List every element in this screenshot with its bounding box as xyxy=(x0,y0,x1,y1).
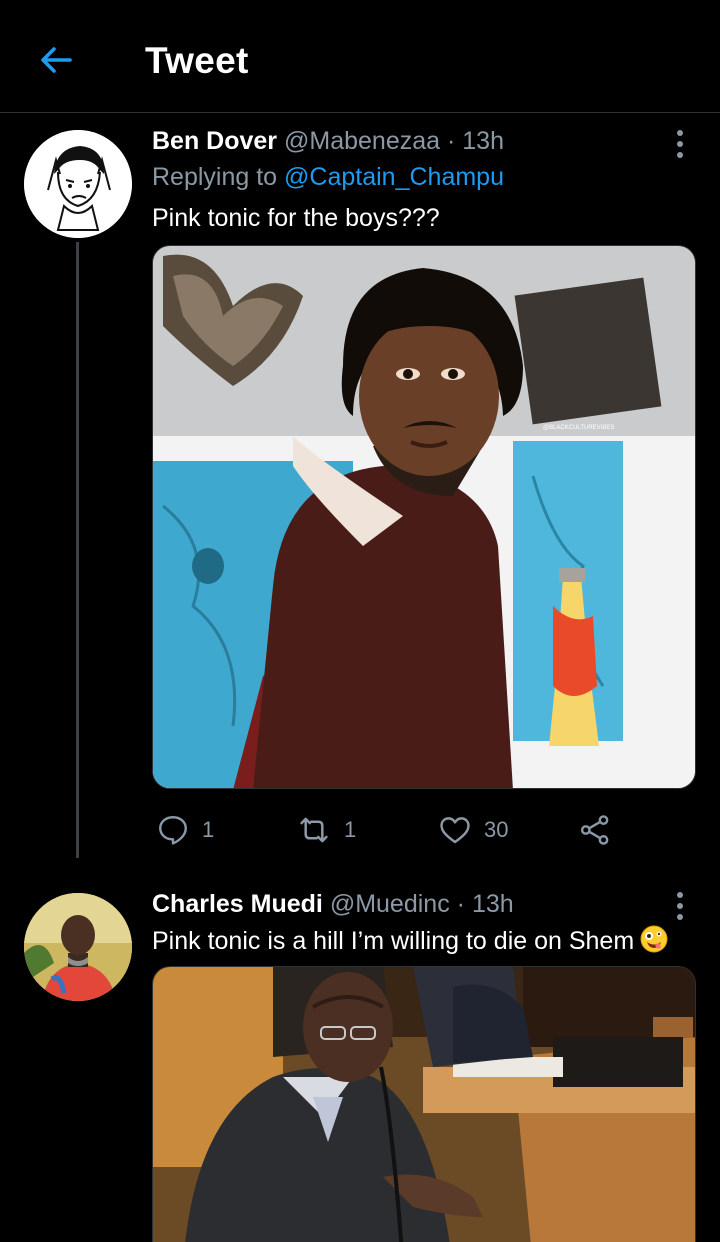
tweet-2-header: Charles Muedi @Muedinc · 13h xyxy=(152,890,514,919)
more-dot-icon xyxy=(677,152,683,158)
image-watermark: @BLACKCULTUREVIBES xyxy=(543,425,614,431)
like-count: 30 xyxy=(484,817,509,842)
share-button[interactable] xyxy=(578,810,612,850)
reply-button[interactable]: 1 xyxy=(156,810,214,850)
tweet-time: 13h xyxy=(471,890,514,918)
author-name[interactable]: Ben Dover xyxy=(152,127,277,155)
reply-count: 1 xyxy=(202,817,215,842)
back-button[interactable] xyxy=(34,38,78,82)
retweet-icon xyxy=(300,817,328,843)
zany-face-emoji-icon xyxy=(640,925,668,953)
like-button[interactable]: 30 xyxy=(438,810,508,850)
tweet-1-action-bar: 1 1 30 xyxy=(152,810,672,850)
more-dot-icon xyxy=(677,903,683,909)
separator-dot: · xyxy=(446,127,456,155)
top-bar: Tweet xyxy=(0,0,720,113)
tweet-2-text-line: Pink tonic is a hill I’m willing to die … xyxy=(152,925,668,956)
author-name[interactable]: Charles Muedi xyxy=(152,890,323,918)
tweet-2-text: Pink tonic is a hill I’m willing to die … xyxy=(152,927,635,955)
avatar-ben-dover[interactable] xyxy=(24,130,132,238)
tweet-2-image[interactable] xyxy=(152,966,696,1242)
tweet-time: 13h xyxy=(462,127,504,155)
more-dot-icon xyxy=(677,892,683,898)
more-options-button[interactable] xyxy=(668,126,692,162)
tweet-1-image[interactable]: @BLACKCULTUREVIBES xyxy=(152,245,696,789)
retweet-count: 1 xyxy=(344,817,357,842)
separator-dot: · xyxy=(456,890,465,918)
thread-connector-line xyxy=(76,242,79,858)
tweet-1-text: Pink tonic for the boys??? xyxy=(152,204,440,232)
back-arrow-icon xyxy=(41,47,72,73)
replying-to-label: Replying to xyxy=(152,163,278,191)
author-handle[interactable]: @Mabenezaa xyxy=(284,127,440,155)
tweet-1-header: Ben Dover @Mabenezaa · 13h xyxy=(152,127,504,156)
more-options-button[interactable] xyxy=(668,888,692,924)
more-dot-icon xyxy=(677,130,683,136)
replying-to-line: Replying to @Captain_Champu xyxy=(152,163,504,192)
retweet-button[interactable]: 1 xyxy=(296,810,356,850)
more-dot-icon xyxy=(677,141,683,147)
reply-icon xyxy=(159,816,187,845)
replying-to-mention[interactable]: @Captain_Champu xyxy=(284,163,504,191)
page-title: Tweet xyxy=(145,40,249,81)
author-handle[interactable]: @Muedinc xyxy=(330,890,450,918)
more-dot-icon xyxy=(677,914,683,920)
share-icon xyxy=(580,815,609,845)
avatar-charles-muedi[interactable] xyxy=(24,893,132,1001)
heart-icon xyxy=(440,817,470,844)
